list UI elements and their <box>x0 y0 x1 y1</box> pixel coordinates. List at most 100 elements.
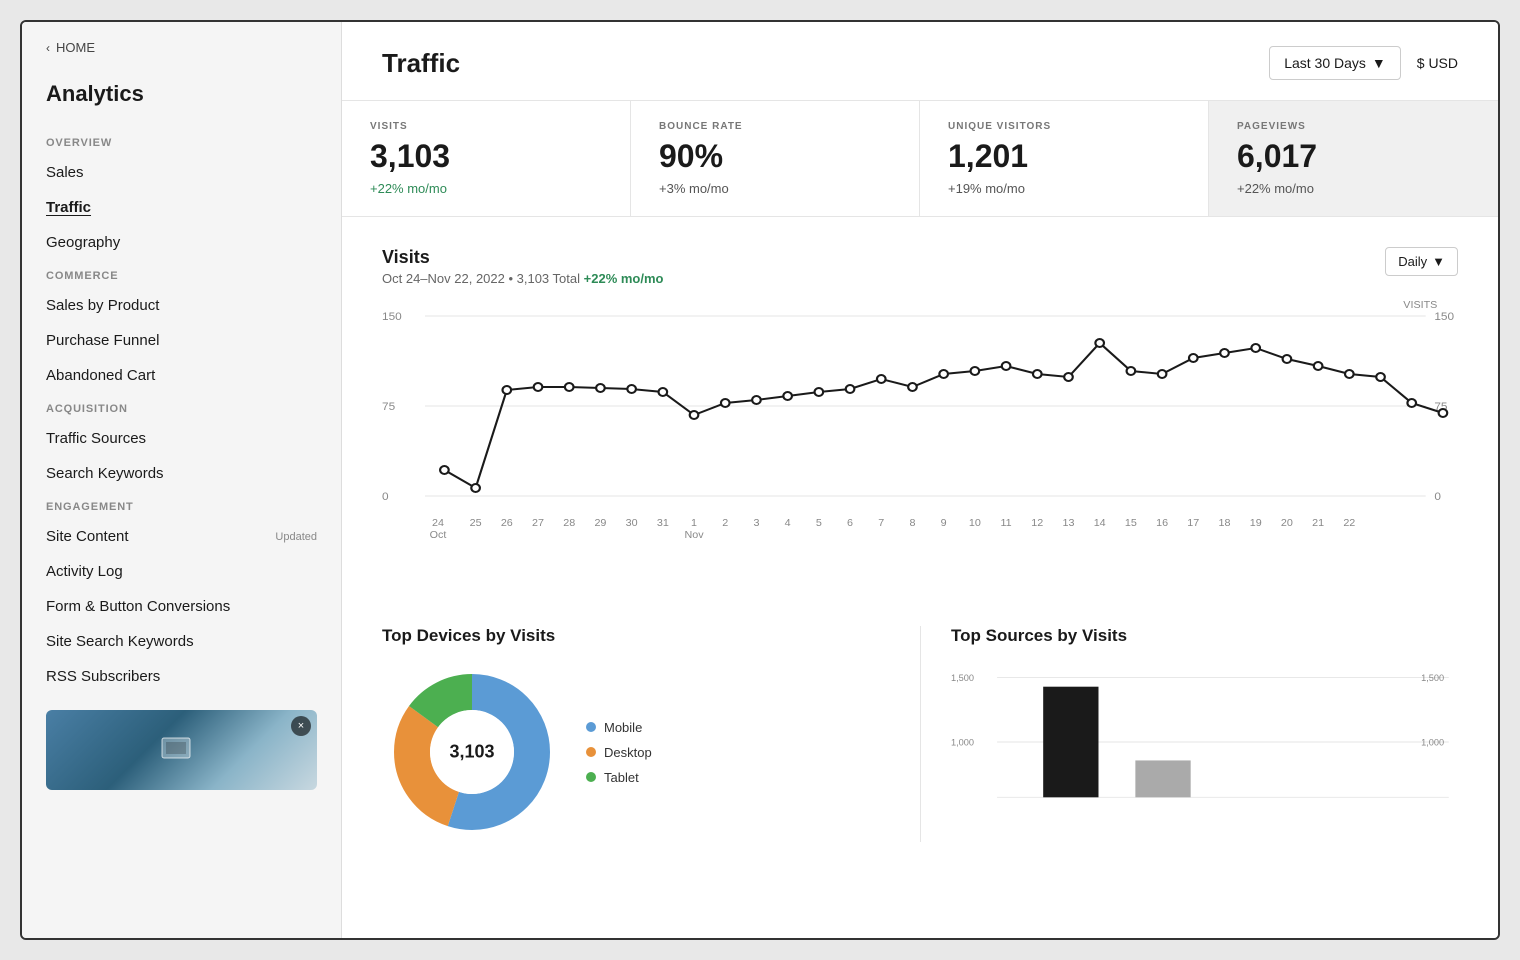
sidebar-item-label-form-button-conversions: Form & Button Conversions <box>46 598 230 615</box>
section-label-overview: OVERVIEW <box>22 127 341 155</box>
svg-text:16: 16 <box>1156 518 1168 529</box>
sidebar-item-sales-by-product[interactable]: Sales by Product <box>22 288 341 323</box>
svg-text:28: 28 <box>563 518 575 529</box>
stat-label-bounce-rate: BOUNCE RATE <box>659 121 891 132</box>
line-chart-wrapper: 150 75 0 150 75 0 <box>382 296 1458 596</box>
svg-text:18: 18 <box>1219 518 1231 529</box>
date-range-label: Last 30 Days <box>1284 55 1366 71</box>
sidebar-item-abandoned-cart[interactable]: Abandoned Cart <box>22 358 341 393</box>
stat-label-visits: VISITS <box>370 121 602 132</box>
sidebar-item-form-button-conversions[interactable]: Form & Button Conversions <box>22 589 341 624</box>
header-controls: Last 30 Days ▼ $ USD <box>1269 46 1458 80</box>
stat-change-visits: +22% mo/mo <box>370 181 602 196</box>
chevron-down-icon: ▼ <box>1372 55 1386 71</box>
chevron-down-icon: ▼ <box>1432 254 1445 269</box>
svg-text:Nov: Nov <box>684 530 704 541</box>
stat-card-bounce-rate: BOUNCE RATE 90% +3% mo/mo <box>631 101 920 216</box>
sidebar-item-purchase-funnel[interactable]: Purchase Funnel <box>22 323 341 358</box>
svg-text:24: 24 <box>432 518 444 529</box>
sidebar-item-traffic-sources[interactable]: Traffic Sources <box>22 421 341 456</box>
svg-text:0: 0 <box>1434 491 1441 503</box>
sidebar-section-engagement: ENGAGEMENT Site Content Updated Activity… <box>22 491 341 694</box>
legend-label-tablet: Tablet <box>604 770 639 785</box>
chart-highlight: +22% mo/mo <box>584 271 664 286</box>
chart-title: Visits <box>382 247 663 268</box>
home-label: HOME <box>56 40 95 55</box>
donut-total: 3,103 <box>449 742 494 763</box>
stat-label-pageviews: PAGEVIEWS <box>1237 121 1470 132</box>
sidebar-item-site-search-keywords[interactable]: Site Search Keywords <box>22 624 341 659</box>
svg-text:1,000: 1,000 <box>951 738 974 748</box>
svg-text:150: 150 <box>1434 311 1454 323</box>
svg-text:25: 25 <box>470 518 482 529</box>
sidebar-section-acquisition: ACQUISITION Traffic Sources Search Keywo… <box>22 393 341 491</box>
svg-text:6: 6 <box>847 518 853 529</box>
svg-text:8: 8 <box>909 518 915 529</box>
svg-text:11: 11 <box>1000 518 1011 529</box>
sidebar-section-commerce: COMMERCE Sales by Product Purchase Funne… <box>22 260 341 393</box>
stat-value-unique-visitors: 1,201 <box>948 138 1180 175</box>
line-chart-svg: 150 75 0 150 75 0 <box>382 296 1458 556</box>
stat-label-unique-visitors: UNIQUE VISITORS <box>948 121 1180 132</box>
sidebar-item-sales[interactable]: Sales <box>22 155 341 190</box>
sidebar-item-site-content[interactable]: Site Content Updated <box>22 519 341 554</box>
svg-text:2: 2 <box>722 518 728 529</box>
legend-dot-desktop <box>586 747 596 757</box>
svg-text:Oct: Oct <box>430 530 447 541</box>
legend-dot-mobile <box>586 722 596 732</box>
top-sources-title: Top Sources by Visits <box>951 626 1458 646</box>
sidebar-item-label-sales: Sales <box>46 164 84 181</box>
sidebar-item-geography[interactable]: Geography <box>22 225 341 260</box>
section-label-acquisition: ACQUISITION <box>22 393 341 421</box>
svg-text:VISITS: VISITS <box>1403 300 1437 311</box>
sidebar-item-label-site-content: Site Content <box>46 528 129 545</box>
top-devices-section: Top Devices by Visits <box>382 626 920 842</box>
bar-chart-svg: 1,500 1,000 1,500 1,000 <box>951 662 1458 822</box>
main-header: Traffic Last 30 Days ▼ $ USD <box>342 22 1498 101</box>
sidebar-item-traffic[interactable]: Traffic <box>22 190 341 225</box>
legend-item-mobile: Mobile <box>586 720 652 735</box>
svg-text:3: 3 <box>753 518 759 529</box>
home-nav[interactable]: ‹ HOME <box>22 22 341 65</box>
section-label-commerce: COMMERCE <box>22 260 341 288</box>
svg-text:4: 4 <box>785 518 791 529</box>
sidebar-item-label-sales-by-product: Sales by Product <box>46 297 159 314</box>
svg-text:13: 13 <box>1063 518 1075 529</box>
svg-text:1: 1 <box>691 518 697 529</box>
stat-change-bounce-rate: +3% mo/mo <box>659 181 891 196</box>
sidebar-item-label-rss-subscribers: RSS Subscribers <box>46 668 160 685</box>
sidebar-title: Analytics <box>22 65 341 127</box>
sidebar-item-search-keywords[interactable]: Search Keywords <box>22 456 341 491</box>
legend-item-desktop: Desktop <box>586 745 652 760</box>
svg-text:1,000: 1,000 <box>1421 738 1444 748</box>
stat-value-bounce-rate: 90% <box>659 138 891 175</box>
sidebar-item-label-abandoned-cart: Abandoned Cart <box>46 367 155 384</box>
site-content-badge: Updated <box>275 531 317 543</box>
sidebar-item-label-purchase-funnel: Purchase Funnel <box>46 332 159 349</box>
svg-text:1,500: 1,500 <box>1421 673 1444 683</box>
date-range-button[interactable]: Last 30 Days ▼ <box>1269 46 1401 80</box>
thumbnail-close-button[interactable]: × <box>291 716 311 736</box>
legend-item-tablet: Tablet <box>586 770 652 785</box>
svg-text:1,500: 1,500 <box>951 673 974 683</box>
stat-card-unique-visitors: UNIQUE VISITORS 1,201 +19% mo/mo <box>920 101 1209 216</box>
svg-text:29: 29 <box>594 518 606 529</box>
sidebar-item-rss-subscribers[interactable]: RSS Subscribers <box>22 659 341 694</box>
sidebar-item-label-site-search-keywords: Site Search Keywords <box>46 633 194 650</box>
sidebar-item-label-traffic-sources: Traffic Sources <box>46 430 146 447</box>
donut-wrapper: 3,103 Mobile Desktop <box>382 662 890 842</box>
chart-period-button[interactable]: Daily ▼ <box>1385 247 1458 276</box>
bar-chart-wrapper: 1,500 1,000 1,500 1,000 <box>951 662 1458 842</box>
svg-text:5: 5 <box>816 518 822 529</box>
app-frame: ‹ HOME Analytics OVERVIEW Sales Traffic … <box>20 20 1500 940</box>
svg-text:14: 14 <box>1094 518 1106 529</box>
chart-period-label: Daily <box>1398 254 1427 269</box>
sidebar-item-activity-log[interactable]: Activity Log <box>22 554 341 589</box>
svg-text:75: 75 <box>382 401 395 413</box>
legend-label-mobile: Mobile <box>604 720 642 735</box>
sidebar-item-label-search-keywords: Search Keywords <box>46 465 164 482</box>
main-content: Traffic Last 30 Days ▼ $ USD VISITS 3,10… <box>342 22 1498 938</box>
top-sources-section: Top Sources by Visits 1,500 1,000 1,500 … <box>920 626 1458 842</box>
stat-card-pageviews: PAGEVIEWS 6,017 +22% mo/mo <box>1209 101 1498 216</box>
svg-text:21: 21 <box>1312 518 1324 529</box>
